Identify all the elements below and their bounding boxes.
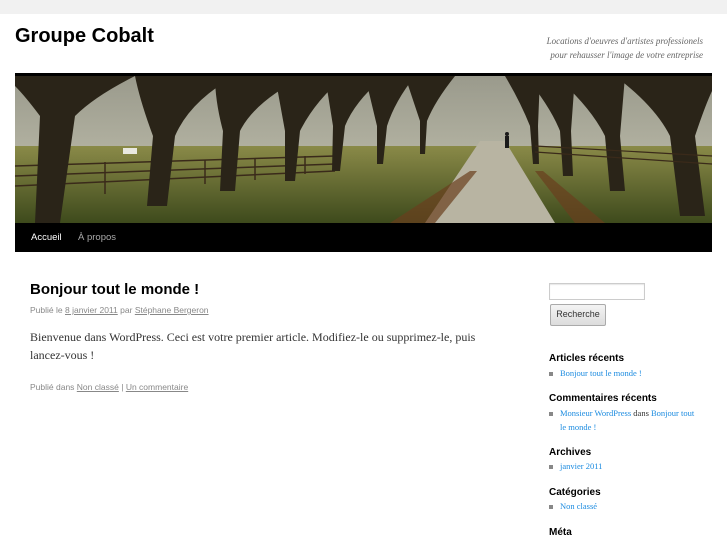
post-date-link[interactable]: 8 janvier 2011 [65, 305, 118, 315]
category-link[interactable]: Non classé [560, 501, 597, 511]
comment-connector: dans [633, 408, 649, 418]
site-description-line1: Locations d'oeuvres d'artistes professio… [546, 36, 703, 46]
bullet-icon [549, 505, 553, 509]
list-item: Monsieur WordPress dans Bonjour tout le … [549, 407, 697, 434]
bullet-icon [549, 372, 553, 376]
recent-comments-title: Commentaires récents [549, 393, 657, 404]
post-comment-link[interactable]: Un commentaire [126, 382, 188, 392]
header-banner-image[interactable] [15, 76, 712, 223]
site-title[interactable]: Groupe Cobalt [15, 25, 154, 48]
list-item: janvier 2011 [549, 460, 709, 474]
bullet-icon [549, 465, 553, 469]
post-meta: Publié le 8 janvier 2011 par Stéphane Be… [30, 305, 209, 315]
archive-link[interactable]: janvier 2011 [560, 461, 602, 471]
site-description-line2: pour rehausser l'image de votre entrepri… [550, 50, 703, 60]
nav-item-a-propos[interactable]: À propos [78, 223, 116, 252]
comment-author-link[interactable]: Monsieur WordPress [560, 408, 631, 418]
site-description: Locations d'oeuvres d'artistes professio… [503, 34, 703, 62]
post-title[interactable]: Bonjour tout le monde ! [30, 281, 199, 298]
recent-post-link[interactable]: Bonjour tout le monde ! [560, 368, 642, 378]
post-footer-separator: | [121, 382, 124, 392]
post-body: Bienvenue dans WordPress. Ceci est votre… [30, 330, 476, 362]
categories-title: Catégories [549, 487, 601, 498]
post-meta-published-label: Publié le [30, 305, 63, 315]
archives-title: Archives [549, 447, 592, 458]
categories-list: Non classé [549, 500, 709, 514]
recent-posts-list: Bonjour tout le monde ! [549, 367, 709, 381]
list-item: Non classé [549, 500, 709, 514]
post-footer-published-label: Publié dans [30, 382, 75, 392]
meta-title: Méta [549, 527, 572, 538]
nav-item-accueil[interactable]: Accueil [31, 223, 62, 252]
list-item: Bonjour tout le monde ! [549, 367, 709, 381]
main-navigation: Accueil À propos [15, 223, 712, 252]
post-meta-by-label: par [120, 305, 133, 315]
recent-comments-list: Monsieur WordPress dans Bonjour tout le … [549, 407, 697, 434]
post-author-link[interactable]: Stéphane Bergeron [135, 305, 209, 315]
archives-list: janvier 2011 [549, 460, 709, 474]
bullet-icon [549, 412, 553, 416]
search-button[interactable]: Recherche [550, 304, 606, 326]
post-category-link[interactable]: Non classé [77, 382, 119, 392]
post-footer: Publié dans Non classé | Un commentaire [30, 382, 188, 392]
recent-posts-title: Articles récents [549, 353, 625, 364]
search-input[interactable] [549, 283, 645, 300]
